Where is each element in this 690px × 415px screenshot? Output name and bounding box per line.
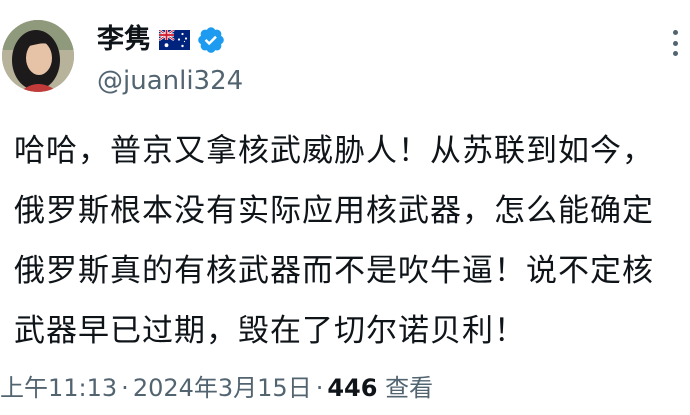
tweet-time[interactable]: 上午11:13: [0, 374, 117, 402]
avatar[interactable]: [2, 20, 74, 92]
author-display-name[interactable]: 李隽: [97, 22, 151, 58]
author-name-row: 李隽: [97, 22, 226, 58]
avatar-image: [2, 20, 74, 92]
tweet-date[interactable]: 2024年3月15日: [133, 374, 312, 402]
more-dot: [672, 40, 678, 46]
australia-flag-icon: [158, 29, 190, 50]
more-dot: [672, 51, 678, 56]
verified-badge-icon: [196, 25, 226, 55]
tweet-line: 俄罗斯根本没有实际应用核武器，怎么能确定: [14, 193, 654, 229]
more-dot: [672, 30, 678, 35]
tweet-meta: 上午11:13 · 2024年3月15日 · 446 查看: [0, 372, 433, 404]
tweet-line: 俄罗斯真的有核武器而不是吹牛逼！说不定核: [14, 253, 654, 289]
views-label: 查看: [385, 374, 434, 402]
meta-separator: ·: [121, 374, 129, 402]
tweet-text: 哈哈，普京又拿核武威胁人！从苏联到如今， 俄罗斯根本没有实际应用核武器，怎么能确…: [14, 121, 690, 361]
views-count: 446: [327, 374, 378, 402]
tweet-line: 武器早已过期，毁在了切尔诺贝利！: [14, 313, 526, 349]
author-handle[interactable]: @juanli324: [97, 64, 243, 98]
meta-separator: ·: [315, 374, 324, 402]
tweet-line: 哈哈，普京又拿核武威胁人！从苏联到如今，: [14, 133, 654, 169]
more-options-icon[interactable]: [662, 30, 688, 56]
